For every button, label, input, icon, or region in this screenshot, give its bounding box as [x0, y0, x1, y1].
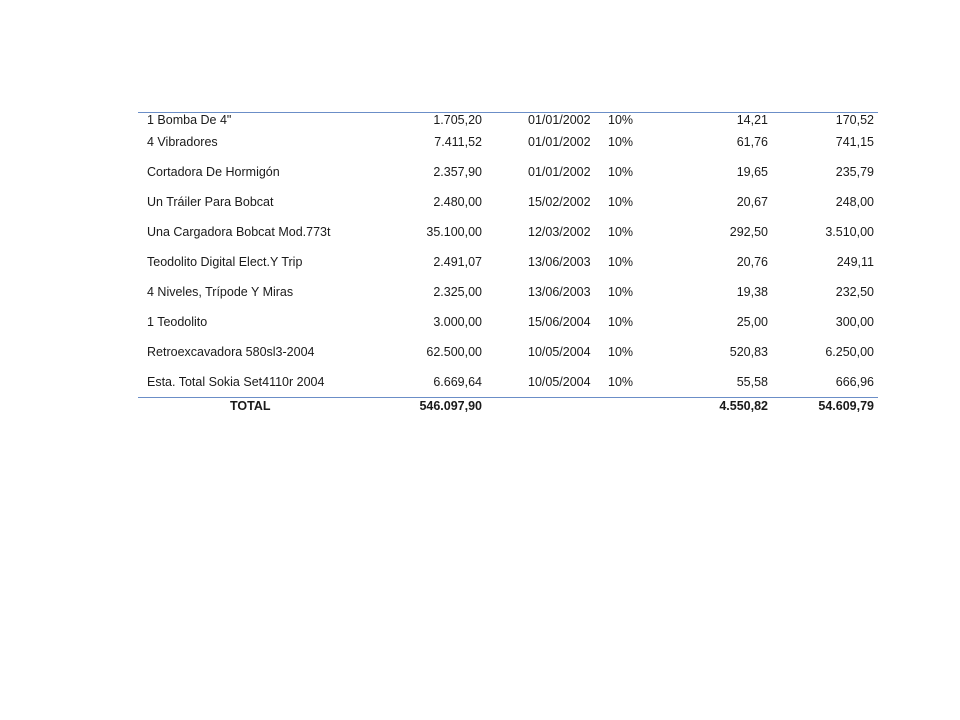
asset-name: Un Tráiler Para Bobcat	[147, 195, 274, 209]
annual-depreciation: 235,79	[835, 165, 874, 179]
asset-name: 1 Bomba De 4"	[138, 112, 390, 127]
acquisition-date: 10/05/2004	[486, 367, 600, 398]
empty-cell	[600, 398, 666, 418]
acquisition-date: 12/03/2002	[528, 225, 591, 239]
asset-name: Una Cargadora Bobcat Mod.773t	[147, 225, 331, 239]
depreciation-rate: 10%	[608, 315, 634, 329]
acquisition-date: 15/02/2002	[528, 195, 591, 209]
table-row: Retroexcavadora 580sl3-2004 62.500,00 10…	[138, 337, 878, 367]
depreciation-rate: 10%	[608, 195, 634, 209]
acquisition-date: 10/05/2004	[528, 345, 591, 359]
annual-depreciation: 666,96	[772, 367, 878, 398]
table-row: Cortadora De Hormigón 2.357,90 01/01/200…	[138, 157, 878, 187]
depreciation-table-container: 1 Bomba De 4" 1.705,20 01/01/2002 10% 14…	[138, 112, 878, 417]
asset-cost: 2.491,07	[433, 255, 482, 269]
monthly-depreciation: 520,83	[729, 345, 768, 359]
slide: 1 Bomba De 4" 1.705,20 01/01/2002 10% 14…	[0, 0, 960, 720]
acquisition-date: 01/01/2002	[528, 135, 591, 149]
annual-depreciation: 170,52	[772, 112, 878, 127]
asset-name: Cortadora De Hormigón	[147, 165, 280, 179]
monthly-depreciation: 20,76	[736, 255, 768, 269]
empty-cell	[486, 398, 600, 418]
monthly-depreciation: 61,76	[736, 135, 768, 149]
table-row: 4 Vibradores 7.411,52 01/01/2002 10% 61,…	[138, 127, 878, 157]
acquisition-date: 01/01/2002	[528, 165, 591, 179]
depreciation-rate: 10%	[608, 255, 634, 269]
monthly-depreciation: 19,65	[736, 165, 768, 179]
annual-depreciation: 3.510,00	[825, 225, 874, 239]
total-monthly-depreciation: 4.550,82	[719, 399, 768, 413]
monthly-depreciation: 20,67	[736, 195, 768, 209]
monthly-depreciation: 292,50	[729, 225, 768, 239]
depreciation-rate: 10%	[600, 367, 666, 398]
table-row: Un Tráiler Para Bobcat 2.480,00 15/02/20…	[138, 187, 878, 217]
monthly-depreciation: 55,58	[666, 367, 772, 398]
asset-cost: 1.705,20	[390, 112, 486, 127]
asset-cost: 7.411,52	[434, 135, 482, 149]
total-cost: 546.097,90	[419, 399, 482, 413]
acquisition-date: 01/01/2002	[486, 112, 600, 127]
acquisition-date: 13/06/2003	[528, 255, 591, 269]
monthly-depreciation: 19,38	[736, 285, 768, 299]
asset-cost: 35.100,00	[426, 225, 482, 239]
asset-name: 1 Teodolito	[147, 315, 208, 329]
table-row: 1 Teodolito 3.000,00 15/06/2004 10% 25,0…	[138, 307, 878, 337]
annual-depreciation: 232,50	[835, 285, 874, 299]
annual-depreciation: 300,00	[835, 315, 874, 329]
asset-name: Teodolito Digital Elect.Y Trip	[147, 255, 303, 269]
depreciation-table: 1 Bomba De 4" 1.705,20 01/01/2002 10% 14…	[138, 112, 878, 417]
total-annual-depreciation: 54.609,79	[818, 399, 874, 413]
table-row: 4 Niveles, Trípode Y Miras 2.325,00 13/0…	[138, 277, 878, 307]
annual-depreciation: 741,15	[835, 135, 874, 149]
table-row: 1 Bomba De 4" 1.705,20 01/01/2002 10% 14…	[138, 112, 878, 127]
asset-name: Retroexcavadora 580sl3-2004	[147, 345, 315, 359]
monthly-depreciation: 14,21	[666, 112, 772, 127]
acquisition-date: 13/06/2003	[528, 285, 591, 299]
asset-name: 4 Niveles, Trípode Y Miras	[147, 285, 294, 299]
depreciation-rate: 10%	[608, 165, 634, 179]
table-row: Teodolito Digital Elect.Y Trip 2.491,07 …	[138, 247, 878, 277]
annual-depreciation: 249,11	[836, 255, 874, 269]
asset-cost: 2.325,00	[433, 285, 482, 299]
asset-cost: 62.500,00	[426, 345, 482, 359]
annual-depreciation: 6.250,00	[825, 345, 874, 359]
monthly-depreciation: 25,00	[736, 315, 768, 329]
asset-cost: 2.357,90	[433, 165, 482, 179]
depreciation-rate: 10%	[608, 135, 634, 149]
depreciation-rate: 10%	[600, 112, 666, 127]
asset-name: 4 Vibradores	[147, 135, 218, 149]
asset-cost: 6.669,64	[390, 367, 486, 398]
annual-depreciation: 248,00	[835, 195, 874, 209]
depreciation-rate: 10%	[608, 345, 634, 359]
depreciation-rate: 10%	[608, 225, 634, 239]
asset-cost: 2.480,00	[433, 195, 482, 209]
depreciation-rate: 10%	[608, 285, 634, 299]
acquisition-date: 15/06/2004	[528, 315, 591, 329]
table-row: Una Cargadora Bobcat Mod.773t 35.100,00 …	[138, 217, 878, 247]
asset-name: Esta. Total Sokia Set4110r 2004	[138, 367, 390, 398]
total-label: TOTAL	[230, 399, 271, 413]
total-row: TOTAL 546.097,90 4.550,82 54.609,79	[138, 398, 878, 418]
table-row: Esta. Total Sokia Set4110r 2004 6.669,64…	[138, 367, 878, 398]
asset-cost: 3.000,00	[433, 315, 482, 329]
